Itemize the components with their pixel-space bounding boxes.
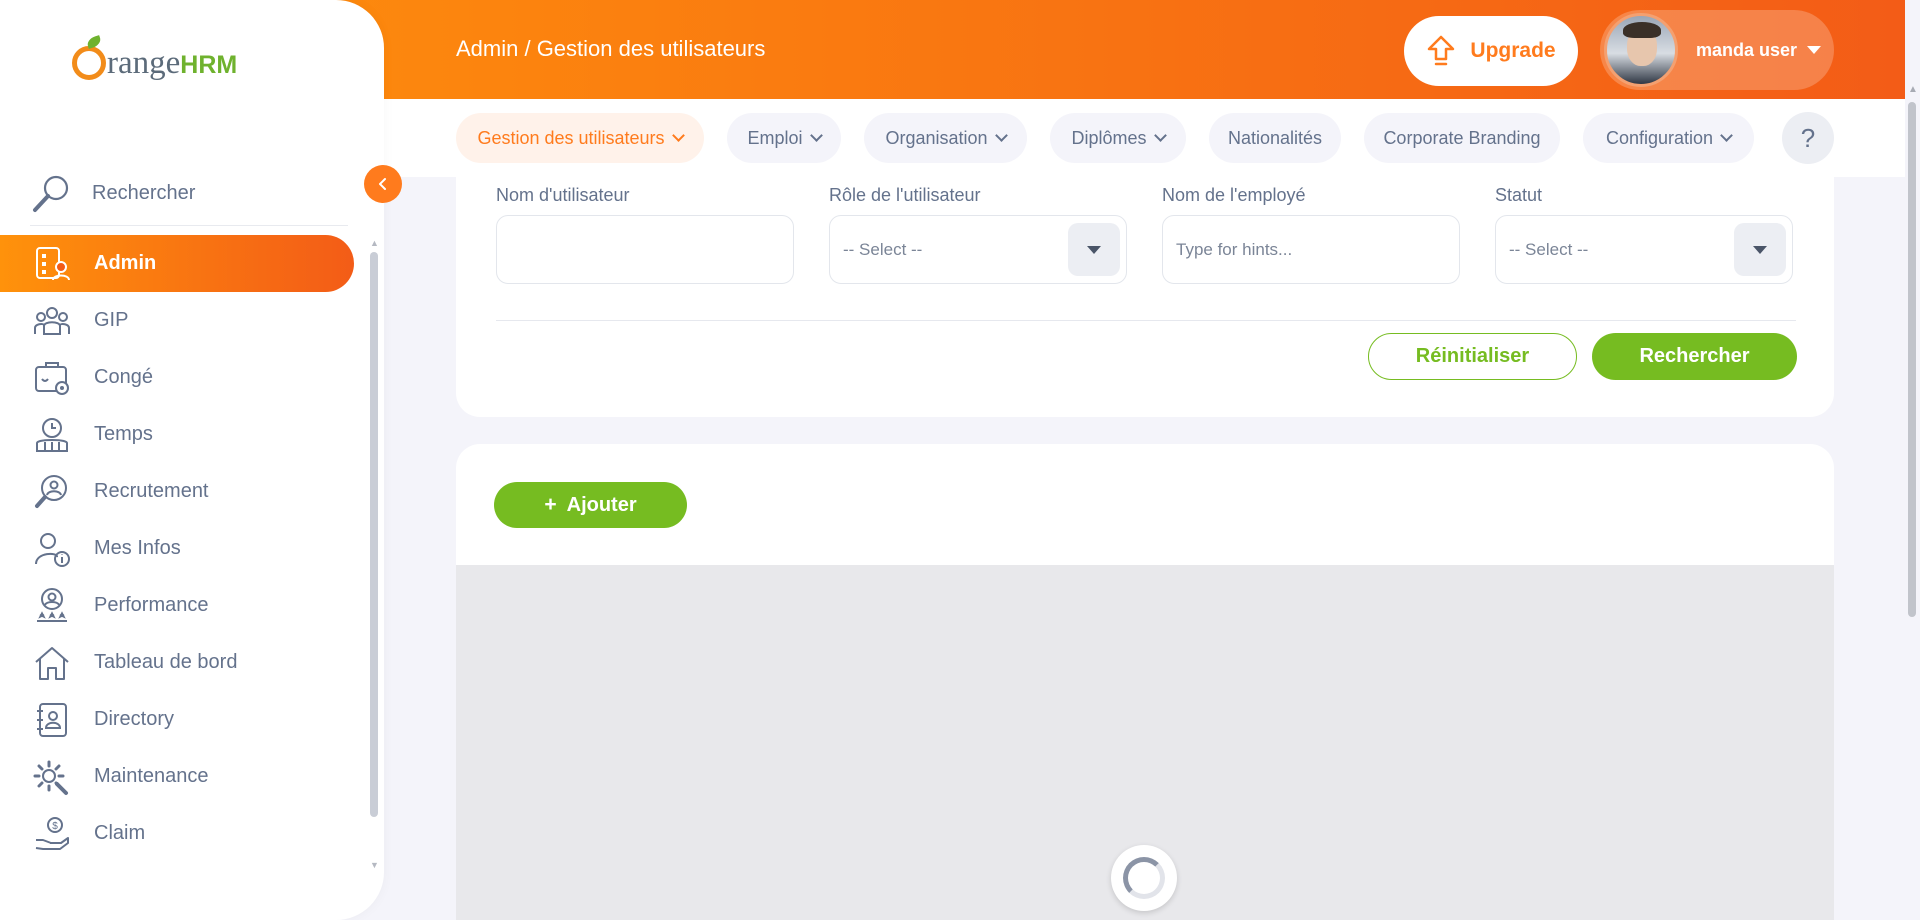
username-input[interactable] [496,215,794,284]
svg-text:$: $ [52,821,58,832]
tab-label: Emploi [747,127,803,148]
user-name: manda user [1696,39,1798,60]
chevron-down-icon [1153,129,1167,142]
sidebar-item-label: Mes Infos [94,537,181,559]
tab-corporate-branding[interactable]: Corporate Branding [1364,113,1560,163]
sidebar-item-performance[interactable]: Performance [0,577,354,634]
sidebar-item-admin[interactable]: Admin [0,235,354,292]
sidebar-search-label: Rechercher [92,182,196,204]
sidebar-item-label: Temps [94,423,153,445]
sidebar-item-label: Performance [94,594,209,616]
sidebar-scrollbar[interactable] [370,252,378,817]
claim-icon: $ [35,816,69,850]
tab-label: Nationalités [1227,127,1323,148]
tab-label: Diplômes [1071,127,1147,148]
user-role-label: Rôle de l'utilisateur [829,185,981,205]
home-icon [35,646,69,680]
username-label: Nom d'utilisateur [496,185,630,205]
clock-icon [36,417,68,452]
sidebar-item-leave[interactable]: Congé [0,349,354,406]
sidebar-item-label: GIP [94,309,129,331]
leave-icon [35,361,69,395]
performance-icon [37,587,67,622]
tab-configuration[interactable]: Configuration [1583,113,1754,163]
filter-card [456,177,1834,417]
user-role-select[interactable]: -- Select -- [829,215,1127,284]
sidebar-item-label: Maintenance [94,765,209,787]
loading-spinner-icon [1111,845,1177,911]
divider [496,320,1796,321]
tab-job[interactable]: Emploi [727,113,841,163]
dropdown-arrow-icon[interactable] [1068,223,1120,276]
gear-wrench-icon [33,760,68,795]
recruitment-icon [35,474,67,508]
sidebar-item-label: Tableau de bord [94,651,238,673]
sidebar-item-recruitment[interactable]: Recrutement [0,463,354,520]
chevron-down-icon [809,129,823,142]
tab-label: Gestion des utilisateurs [477,127,665,148]
sidebar-item-label: Congé [94,366,153,388]
info-user-icon [35,532,70,567]
plus-icon: + [544,493,557,516]
sidebar-item-label: Directory [94,708,175,730]
tab-nationalities[interactable]: Nationalités [1209,113,1341,163]
directory-icon [37,702,67,737]
sidebar-item-time[interactable]: Temps [0,406,354,463]
caret-down-icon [1807,46,1822,54]
people-icon [34,306,70,335]
employee-name-label: Nom de l'employé [1162,185,1306,205]
add-button[interactable]: + Ajouter [494,482,687,528]
tab-label: Organisation [885,127,988,148]
user-role-value: -- Select -- [843,239,923,259]
chevron-down-icon [994,129,1008,142]
user-menu[interactable]: manda user [1600,10,1834,90]
orange-logo-icon [72,46,106,80]
sidebar-item-dashboard[interactable]: Tableau de bord [0,634,354,691]
sidebar: range HRM Rechercher Admin GIP Congé Tem… [0,0,384,920]
tab-qualifications[interactable]: Diplômes [1050,113,1186,163]
sidebar-item-claim[interactable]: $ Claim [0,805,354,862]
chevron-down-icon [671,129,685,142]
orangehrm-logo: range HRM [72,46,237,80]
sidebar-item-label: Admin [94,252,157,274]
admin-icon [36,246,70,280]
tab-user-management[interactable]: Gestion des utilisateurs [456,113,704,163]
add-label: Ajouter [566,493,637,516]
sidebar-nav: Admin GIP Congé Temps Recrutement Mes In… [0,235,354,862]
sidebar-item-my-info[interactable]: Mes Infos [0,520,354,577]
main-scrollbar[interactable] [1908,102,1916,617]
search-button[interactable]: Rechercher [1592,333,1797,380]
reset-button[interactable]: Réinitialiser [1368,333,1577,380]
tab-label: Corporate Branding [1383,127,1541,148]
status-label: Statut [1495,185,1543,205]
sidebar-scroll-up-icon[interactable]: ▲ [370,238,379,248]
sidebar-item-label: Claim [94,822,146,844]
collapse-sidebar-button[interactable] [364,165,402,203]
logo-text: range [107,45,181,81]
scroll-up-icon[interactable]: ▲ [1908,84,1918,95]
status-value: -- Select -- [1509,239,1589,259]
sidebar-item-directory[interactable]: Directory [0,691,354,748]
sidebar-item-maintenance[interactable]: Maintenance [0,748,354,805]
upgrade-arrow-icon [1428,35,1455,66]
upgrade-button[interactable]: Upgrade [1404,16,1578,86]
sidebar-search[interactable]: Rechercher [30,162,348,226]
chevron-left-icon [379,178,386,190]
status-select[interactable]: -- Select -- [1495,215,1793,284]
tab-organization[interactable]: Organisation [864,113,1027,163]
employee-name-input[interactable]: Type for hints... [1162,215,1460,284]
avatar [1604,13,1678,87]
sidebar-item-label: Recrutement [94,480,209,502]
sidebar-scroll-down-icon[interactable]: ▼ [370,860,379,870]
upgrade-label: Upgrade [1470,39,1556,62]
breadcrumb: Admin / Gestion des utilisateurs [456,36,766,61]
search-icon [33,175,69,212]
tab-label: Configuration [1605,127,1714,148]
chevron-down-icon [1720,129,1733,142]
dropdown-arrow-icon[interactable] [1734,223,1786,276]
sidebar-item-gip[interactable]: GIP [0,292,354,349]
logo-hrm: HRM [180,51,238,79]
help-button[interactable]: ? [1782,112,1834,164]
